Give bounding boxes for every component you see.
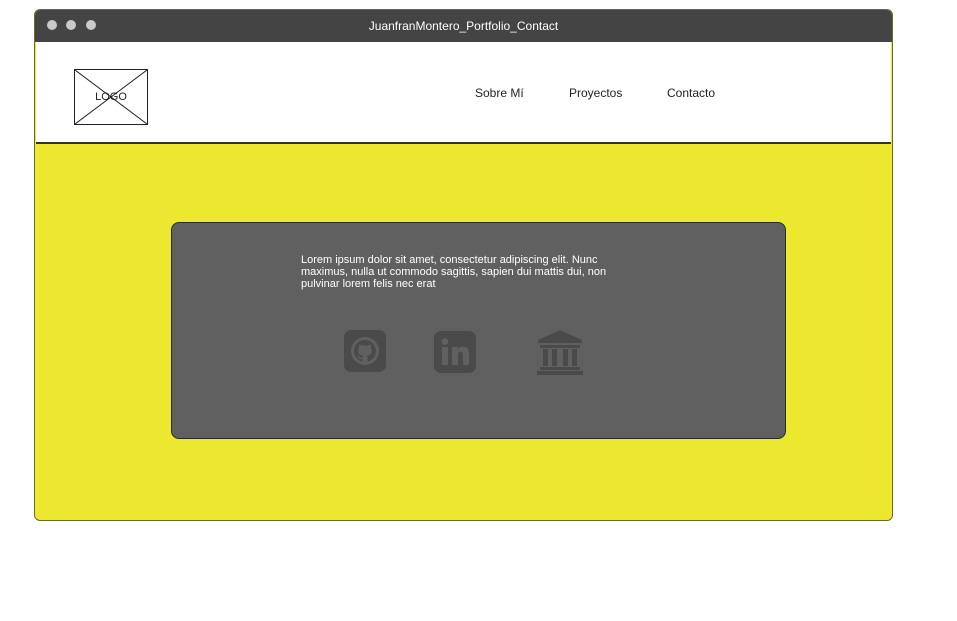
github-icon[interactable] bbox=[344, 330, 386, 377]
contact-description: Lorem ipsum dolor sit amet, consectetur … bbox=[301, 254, 607, 290]
site-header: LOGO Sobre Mí Proyectos Contacto bbox=[36, 42, 891, 144]
bank-icon[interactable] bbox=[536, 328, 584, 381]
logo-placeholder[interactable]: LOGO bbox=[74, 69, 148, 125]
window-titlebar: JuanfranMontero_Portfolio_Contact bbox=[35, 10, 892, 42]
browser-window: JuanfranMontero_Portfolio_Contact LOGO S… bbox=[35, 10, 892, 520]
nav-sobre-mi[interactable]: Sobre Mí bbox=[475, 86, 524, 100]
nav-proyectos[interactable]: Proyectos bbox=[569, 86, 622, 100]
window-title: JuanfranMontero_Portfolio_Contact bbox=[368, 19, 559, 33]
contact-card: Lorem ipsum dolor sit amet, consectetur … bbox=[171, 222, 786, 439]
logo-label: LOGO bbox=[95, 91, 127, 103]
nav-contacto[interactable]: Contacto bbox=[667, 86, 715, 100]
linkedin-icon[interactable] bbox=[434, 331, 476, 378]
